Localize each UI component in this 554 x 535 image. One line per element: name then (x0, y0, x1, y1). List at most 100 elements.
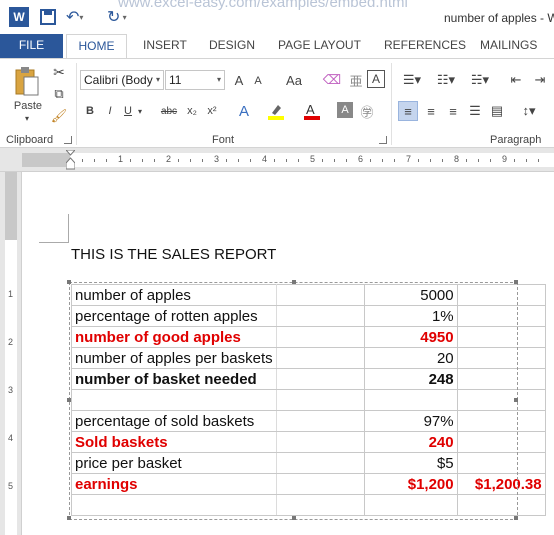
tab-file[interactable]: FILE (0, 34, 63, 58)
table-cell[interactable] (275, 431, 365, 453)
save-icon[interactable] (40, 9, 56, 25)
table-cell[interactable]: $1,200 (363, 473, 458, 495)
table-cell[interactable]: number of basket needed (71, 368, 277, 390)
underline-button[interactable]: U (120, 101, 136, 121)
tab-insert[interactable]: INSERT (141, 34, 189, 58)
redo-icon[interactable]: ↻ ▾ (107, 7, 127, 27)
table-cell[interactable]: number of good apples (71, 326, 277, 348)
table-cell[interactable]: 97% (363, 410, 458, 432)
table-cell[interactable] (456, 305, 546, 327)
character-shading-icon[interactable]: A (337, 102, 353, 118)
table-cell[interactable]: number of apples (71, 284, 277, 306)
clipboard-launcher-icon[interactable] (64, 136, 72, 144)
table-cell[interactable]: 1% (363, 305, 458, 327)
font-launcher-icon[interactable] (379, 136, 387, 144)
text-effects-icon[interactable]: A (234, 101, 254, 121)
highlight-color-icon[interactable] (266, 101, 286, 121)
table-cell[interactable] (456, 431, 546, 453)
enclose-characters-icon[interactable]: ㊫ (357, 101, 377, 121)
resize-handle[interactable] (67, 398, 71, 402)
undo-dropdown-icon[interactable]: ▾ (79, 13, 83, 22)
table-cell[interactable]: percentage of sold baskets (71, 410, 277, 432)
table-cell[interactable]: number of apples per baskets (71, 347, 277, 369)
vertical-ruler[interactable]: 1 2 3 4 5 (0, 172, 22, 535)
table-cell[interactable]: price per basket (71, 452, 277, 474)
sales-table[interactable]: number of apples 5000 percentage of rotten… (71, 284, 546, 516)
table-cell[interactable] (456, 347, 546, 369)
shrink-font-button[interactable]: A (250, 72, 266, 90)
grow-font-button[interactable]: A (230, 70, 248, 90)
bold-button[interactable]: B (82, 101, 98, 121)
character-border-icon[interactable]: A (367, 70, 385, 88)
underline-dropdown-icon[interactable]: ▾ (136, 101, 144, 121)
superscript-button[interactable]: x² (203, 101, 221, 121)
italic-button[interactable]: I (102, 101, 118, 121)
increase-indent-icon[interactable]: ⇥ (530, 70, 550, 90)
tab-design[interactable]: DESIGN (207, 34, 257, 58)
font-size-combo[interactable]: 11 ▾ (165, 70, 225, 90)
table-cell[interactable] (275, 326, 365, 348)
table-cell[interactable]: 5000 (363, 284, 458, 306)
decrease-indent-icon[interactable]: ⇤ (506, 70, 526, 90)
cut-icon[interactable]: ✂ (50, 63, 68, 81)
clear-formatting-icon[interactable]: ⌫ (322, 70, 342, 90)
table-cell[interactable] (275, 473, 365, 495)
table-cell[interactable] (456, 326, 546, 348)
table-cell[interactable] (363, 389, 458, 411)
resize-handle[interactable] (514, 398, 518, 402)
undo-icon[interactable]: ↶ ▾ (66, 7, 83, 27)
report-title[interactable]: THIS IS THE SALES REPORT (71, 246, 276, 263)
table-cell[interactable] (456, 368, 546, 390)
table-cell[interactable] (71, 494, 277, 516)
table-cell[interactable]: 4950 (363, 326, 458, 348)
table-cell[interactable]: 248 (363, 368, 458, 390)
table-cell[interactable]: $1,200.38 (456, 473, 546, 495)
table-cell[interactable] (275, 389, 365, 411)
subscript-button[interactable]: x₂ (183, 101, 201, 121)
paste-button[interactable]: Paste (8, 99, 48, 113)
table-cell[interactable]: 240 (363, 431, 458, 453)
line-spacing-icon[interactable]: ↕▾ (515, 101, 543, 121)
table-cell[interactable] (456, 284, 546, 306)
tab-references[interactable]: REFERENCES (382, 34, 468, 58)
horizontal-ruler[interactable]: 1 2 3 4 5 6 7 8 9 (0, 148, 554, 172)
paste-icon[interactable] (12, 65, 42, 97)
format-painter-icon[interactable]: 🖌 (50, 107, 68, 125)
tab-home[interactable]: HOME (66, 34, 127, 59)
table-cell[interactable] (363, 494, 458, 516)
table-cell[interactable] (275, 368, 365, 390)
distributed-icon[interactable]: ▤ (487, 101, 507, 121)
tab-page-layout[interactable]: PAGE LAYOUT (276, 34, 363, 58)
resize-handle[interactable] (292, 280, 296, 284)
table-cell[interactable]: Sold baskets (71, 431, 277, 453)
change-case-button[interactable]: Aa (280, 70, 308, 90)
document-page[interactable]: THIS IS THE SALES REPORT number of apple… (23, 173, 554, 535)
justify-icon[interactable]: ☰ (465, 101, 485, 121)
align-center-icon[interactable]: ≡ (421, 101, 441, 121)
strikethrough-button[interactable]: abc (158, 101, 180, 121)
copy-icon[interactable]: ⧉ (50, 85, 68, 103)
table-cell[interactable] (275, 410, 365, 432)
table-cell[interactable]: 20 (363, 347, 458, 369)
bullets-icon[interactable]: ☰▾ (398, 70, 426, 90)
paste-dropdown-icon[interactable]: ▾ (12, 113, 42, 123)
resize-handle[interactable] (514, 516, 518, 520)
resize-handle[interactable] (514, 280, 518, 284)
resize-handle[interactable] (67, 516, 71, 520)
table-cell[interactable]: $5 (363, 452, 458, 474)
align-right-icon[interactable]: ≡ (443, 101, 463, 121)
embedded-excel-table[interactable]: number of apples 5000 percentage of rotten… (67, 280, 546, 520)
table-cell[interactable] (275, 347, 365, 369)
table-cell[interactable] (456, 389, 546, 411)
multilevel-list-icon[interactable]: ☵▾ (466, 70, 494, 90)
qat-customize-icon[interactable]: ▾ (120, 13, 127, 22)
table-cell[interactable] (275, 305, 365, 327)
resize-handle[interactable] (292, 516, 296, 520)
phonetic-guide-icon[interactable]: 亜 (346, 70, 366, 90)
font-name-combo[interactable]: Calibri (Body ▾ (80, 70, 164, 90)
align-left-icon[interactable]: ≡ (398, 101, 418, 121)
table-cell[interactable] (275, 494, 365, 516)
numbering-icon[interactable]: ☷▾ (432, 70, 460, 90)
font-color-icon[interactable]: A (302, 101, 322, 121)
table-cell[interactable] (71, 389, 277, 411)
